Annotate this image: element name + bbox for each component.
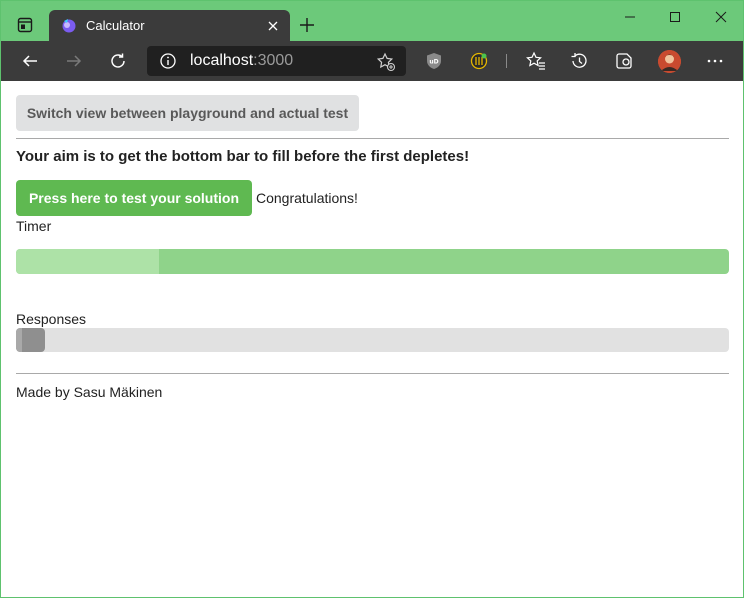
ublock-icon[interactable]: uD [424,51,444,71]
close-window-icon[interactable] [709,7,733,27]
favorites-icon[interactable] [526,51,546,71]
responses-progress-fill [16,328,45,352]
tab-title: Calculator [86,18,145,33]
address-port: :3000 [253,52,294,69]
history-icon[interactable] [569,51,589,71]
extension-icon[interactable] [469,51,489,71]
toolbar-separator [506,54,507,68]
maximize-icon[interactable] [663,7,687,27]
favicon [61,18,77,34]
profile-avatar[interactable] [658,50,681,73]
responses-progress-bar [16,328,729,352]
address-host: localhost [190,52,254,69]
browser-tab[interactable]: Calculator [49,10,290,42]
browser-window: Calculator localhost:3000 uD Switch view… [0,0,744,598]
aim-heading: Your aim is to get the bottom bar to fil… [16,148,470,165]
address-bar[interactable]: localhost:3000 [147,46,406,76]
minimize-icon[interactable] [618,7,642,27]
forward-icon[interactable] [64,51,84,71]
back-icon[interactable] [20,51,40,71]
timer-progress-fill [16,249,159,274]
svg-text:uD: uD [429,59,438,66]
refresh-icon[interactable] [108,51,128,71]
collections-icon[interactable] [614,51,634,71]
divider [16,373,729,374]
tab-close-icon[interactable] [265,18,281,34]
title-bar: Calculator [1,1,743,42]
status-message: Congratulations! [256,190,358,206]
browser-toolbar: localhost:3000 uD [1,41,743,81]
footer-credit: Made by Sasu Mäkinen [16,384,163,400]
address-text: localhost:3000 [190,52,293,70]
divider [16,138,729,139]
more-icon[interactable] [705,51,725,71]
switch-view-button[interactable]: Switch view between playground and actua… [16,95,359,131]
info-icon[interactable] [159,52,177,70]
timer-label: Timer [16,218,52,234]
page-content: Switch view between playground and actua… [1,81,743,597]
new-tab-icon[interactable] [298,16,316,34]
window-menu-icon[interactable] [13,13,37,37]
timer-progress-bar [16,249,729,274]
add-favorite-icon[interactable] [376,52,396,72]
test-solution-button[interactable]: Press here to test your solution [16,180,252,216]
responses-label: Responses [16,311,87,327]
